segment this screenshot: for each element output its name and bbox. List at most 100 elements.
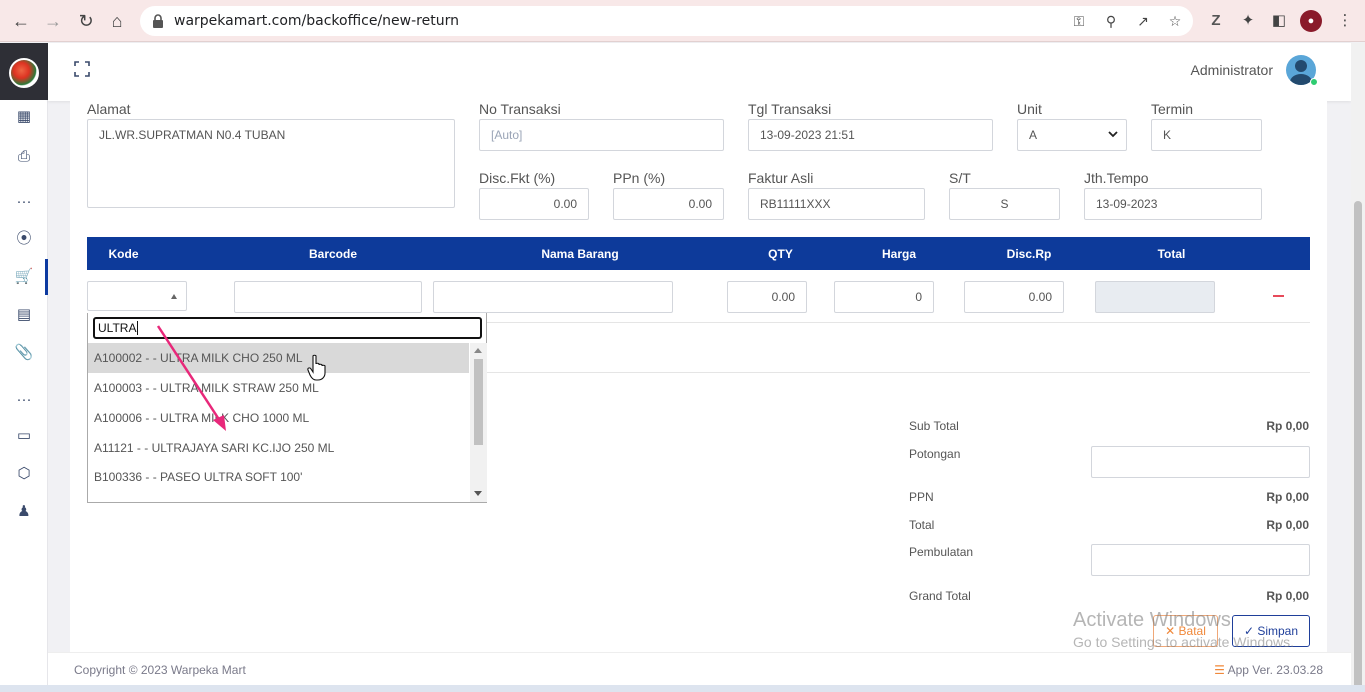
box-icon[interactable]: ⬡	[14, 464, 34, 484]
simpan-label: Simpan	[1257, 624, 1299, 638]
no-transaksi-label: No Transaksi	[479, 101, 561, 117]
more-menu-icon[interactable]: ⋮	[1334, 10, 1356, 32]
bookmark-star-icon[interactable]: ☆	[1165, 11, 1185, 31]
profile-avatar-icon[interactable]: ●	[1300, 10, 1322, 32]
logo-emblem	[9, 58, 39, 88]
items-table-header: Kode Barcode Nama Barang QTY Harga Disc.…	[87, 237, 1310, 270]
sub-total-value: Rp 0,00	[1266, 419, 1309, 433]
unit-label: Unit	[1017, 101, 1042, 117]
jth-tempo-input[interactable]: 13-09-2023	[1084, 188, 1262, 220]
caret-up-icon	[171, 294, 177, 299]
paperclip-icon[interactable]: 📎	[14, 343, 34, 363]
alamat-value: JL.WR.SUPRATMAN N0.4 TUBAN	[99, 128, 286, 142]
check-icon: ✓	[1243, 624, 1258, 638]
remove-row-icon[interactable]	[1273, 295, 1284, 297]
clipboard-icon[interactable]: ⎙	[14, 147, 34, 167]
disc-fkt-input[interactable]: 0.00	[479, 188, 589, 220]
col-harga: Harga	[881, 247, 916, 261]
tgl-transaksi-input[interactable]: 13-09-2023 21:51	[748, 119, 993, 151]
total-input	[1095, 281, 1215, 313]
termin-input[interactable]: K	[1151, 119, 1262, 151]
fullscreen-icon[interactable]	[74, 61, 90, 77]
col-total: Total	[1157, 247, 1186, 261]
app-version: ☰ App Ver. 23.03.28	[1214, 663, 1323, 677]
dashboard-icon[interactable]: ▦	[14, 107, 34, 127]
unit-select[interactable]: A	[1017, 119, 1127, 151]
sub-total-label: Sub Total	[909, 419, 959, 433]
dropdown-option[interactable]: A100003 - - ULTRA MILK STRAW 250 ML	[88, 373, 469, 403]
col-nama-barang: Nama Barang	[541, 247, 619, 261]
app-version-text: App Ver. 23.03.28	[1227, 663, 1323, 677]
grand-total-value: Rp 0,00	[1266, 589, 1309, 603]
disc-rp-input[interactable]: 0.00	[964, 281, 1064, 313]
potongan-label: Potongan	[909, 447, 961, 461]
share-icon[interactable]: ↗	[1133, 11, 1153, 31]
cart-icon[interactable]: 🛒	[14, 267, 34, 287]
active-indicator	[45, 259, 48, 295]
ppn-label: PPN	[909, 490, 934, 504]
total-value: Rp 0,00	[1266, 518, 1309, 532]
batal-label: Batal	[1178, 624, 1206, 638]
pembulatan-label: Pembulatan	[909, 545, 974, 559]
kode-select[interactable]	[87, 281, 187, 311]
copyright-text: Copyright © 2023 Warpeka Mart	[74, 663, 246, 677]
ppn-percent-input[interactable]: 0.00	[613, 188, 724, 220]
forward-icon[interactable]: →	[41, 9, 65, 33]
dropdown-option[interactable]: A100002 - - ULTRA MILK CHO 250 ML	[88, 343, 469, 373]
alamat-textarea[interactable]: JL.WR.SUPRATMAN N0.4 TUBAN	[87, 119, 455, 208]
unit-value: A	[1029, 128, 1038, 142]
page-scrollbar[interactable]	[1351, 43, 1365, 691]
grand-total-label: Grand Total	[909, 589, 971, 603]
dropdown-search-input[interactable]: ULTRA	[93, 317, 482, 339]
no-transaksi-input[interactable]: [Auto]	[479, 119, 724, 151]
scroll-up-icon[interactable]	[474, 348, 482, 353]
tgl-transaksi-label: Tgl Transaksi	[748, 101, 832, 117]
bottom-strip	[0, 685, 1365, 692]
termin-label: Termin	[1151, 101, 1194, 117]
home-icon[interactable]: ⌂	[105, 9, 129, 33]
st-input[interactable]: S	[949, 188, 1060, 220]
address-bar[interactable]: warpekamart.com/backoffice/new-return ⚿ …	[140, 6, 1193, 36]
qty-input[interactable]: 0.00	[727, 281, 807, 313]
key-icon[interactable]: ⚿	[1069, 11, 1089, 31]
receipt-icon[interactable]: ▤	[14, 305, 34, 325]
dropdown-scroll-thumb[interactable]	[474, 359, 483, 445]
brand-logo[interactable]	[0, 43, 48, 100]
jth-tempo-label: Jth.Tempo	[1084, 170, 1149, 186]
dropdown-option[interactable]: A11121 - - ULTRAJAYA SARI KC.IJO 250 ML	[88, 433, 469, 463]
faktur-asli-label: Faktur Asli	[748, 170, 814, 186]
nama-barang-input[interactable]	[433, 281, 673, 313]
side-panel-icon[interactable]: ◧	[1268, 10, 1290, 32]
barcode-input[interactable]	[234, 281, 422, 313]
col-barcode: Barcode	[308, 247, 358, 261]
batal-button[interactable]: ✕ Batal	[1153, 615, 1218, 647]
pembulatan-input[interactable]	[1091, 544, 1310, 576]
z-extension-icon[interactable]: Z	[1205, 10, 1227, 32]
reload-icon[interactable]: ↻	[74, 9, 98, 33]
back-icon[interactable]: ←	[9, 9, 33, 33]
dropdown-option[interactable]: B100336 - - PASEO ULTRA SOFT 100'	[88, 462, 469, 492]
kode-dropdown: ULTRA A100002 - - ULTRA MILK CHO 250 ML …	[87, 313, 487, 503]
page-scroll-thumb[interactable]	[1354, 201, 1362, 691]
users-icon[interactable]: ♟	[14, 502, 34, 522]
harga-input[interactable]: 0	[834, 281, 934, 313]
zoom-icon[interactable]: ⚲	[1101, 11, 1121, 31]
lock-icon	[153, 14, 163, 28]
dropdown-scrollbar[interactable]	[470, 343, 487, 502]
potongan-input[interactable]	[1091, 446, 1310, 478]
scroll-down-icon[interactable]	[474, 491, 482, 496]
puzzle-extension-icon[interactable]: ✦	[1237, 10, 1259, 32]
chevron-down-icon	[1108, 131, 1118, 138]
broadcast-icon[interactable]: ⦿	[14, 229, 34, 249]
dropdown-option[interactable]: A100006 - - ULTRA MILK CHO 1000 ML	[88, 403, 469, 433]
app-header: Administrator	[48, 43, 1351, 101]
close-icon: ✕	[1165, 624, 1179, 638]
total-label: Total	[909, 518, 935, 532]
app-footer: Copyright © 2023 Warpeka Mart ☰ App Ver.…	[48, 652, 1351, 685]
faktur-asli-input[interactable]: RB11111XXX	[748, 188, 925, 220]
notebook-icon[interactable]: ▭	[14, 426, 34, 446]
user-name[interactable]: Administrator	[1191, 62, 1273, 78]
simpan-button[interactable]: ✓ Simpan	[1232, 615, 1310, 647]
st-label: S/T	[949, 170, 971, 186]
col-kode: Kode	[108, 247, 139, 261]
